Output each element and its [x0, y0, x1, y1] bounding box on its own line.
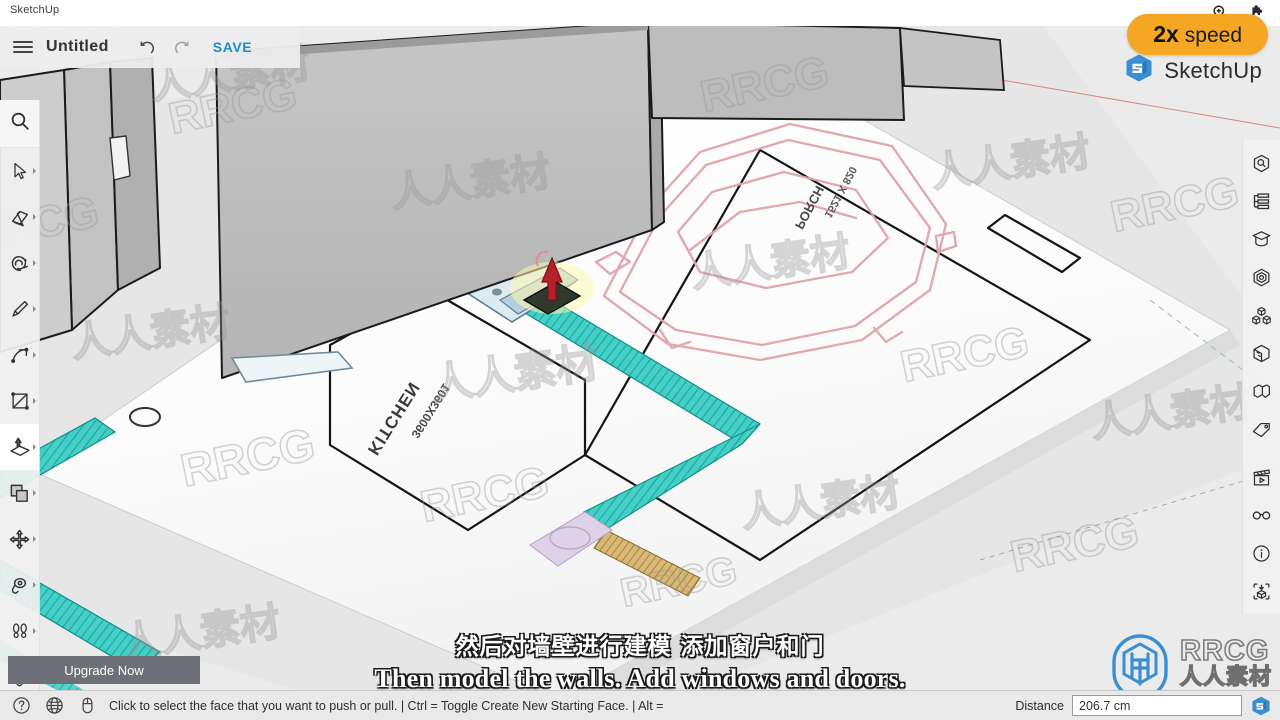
move-arrows-icon — [8, 528, 31, 551]
sketchup-brand-name: SketchUp — [1164, 57, 1262, 83]
materials-panel[interactable] — [1243, 258, 1280, 296]
document-title[interactable]: Untitled — [46, 38, 131, 56]
pencil-icon — [9, 298, 31, 320]
scenes-panel[interactable] — [1243, 458, 1280, 496]
move-tool[interactable] — [0, 516, 39, 562]
left-toolbar — [0, 100, 40, 700]
sketchup-logo-icon — [1123, 52, 1155, 89]
styles-panel[interactable] — [1243, 334, 1280, 372]
status-bar-icons — [0, 696, 109, 715]
app-header: Untitled SAVE — [0, 26, 300, 68]
model-viewport[interactable]: KITCHEN 3600X3601 PORCH 1521 X 820 RRCG … — [0, 0, 1280, 690]
model-info-panel[interactable] — [1243, 144, 1280, 182]
rrcg-mark-icon — [1106, 632, 1174, 700]
mouse-icon[interactable] — [78, 696, 97, 715]
eraser-icon — [9, 206, 31, 228]
rrcg-brand-text: RRCG — [1179, 635, 1270, 667]
globe-icon[interactable] — [45, 696, 64, 715]
display-panel[interactable] — [1243, 496, 1280, 534]
sketchup-logo-icon[interactable] — [1250, 695, 1272, 717]
push-pull-tool[interactable] — [0, 424, 39, 470]
measurement-area: Distance — [1015, 695, 1280, 717]
glasses-icon — [1251, 505, 1272, 526]
redo-icon[interactable] — [165, 30, 199, 64]
arc-tool[interactable] — [0, 332, 39, 378]
offset-tool[interactable] — [0, 470, 39, 516]
save-button[interactable]: SAVE — [213, 39, 253, 55]
search-icon — [9, 110, 31, 137]
entity-info-panel[interactable] — [1243, 534, 1280, 572]
arc-icon — [9, 344, 31, 366]
rrcg-chinese-text: 人人素材 — [1179, 665, 1272, 690]
learn-panel[interactable] — [1243, 220, 1280, 258]
select-tool[interactable] — [0, 148, 39, 194]
export-cube-icon — [1251, 581, 1272, 602]
tape-measure-tool[interactable] — [0, 562, 39, 608]
rectangle-tool[interactable] — [0, 378, 39, 424]
right-toolbar — [1242, 140, 1280, 614]
rectangle-icon — [9, 390, 31, 412]
hamburger-menu-icon[interactable] — [0, 38, 46, 56]
status-bar: Click to select the face that you want t… — [0, 690, 1280, 720]
components-cubes-icon — [1251, 305, 1272, 326]
tags-panel[interactable] — [1243, 410, 1280, 448]
cursor-arrow-icon — [10, 161, 30, 181]
search-tool[interactable] — [0, 100, 39, 148]
browser-chrome-bar: SketchUp — [0, 0, 1280, 26]
line-tool[interactable] — [0, 286, 39, 332]
status-message: Click to select the face that you want t… — [109, 698, 664, 713]
shadows-panel[interactable] — [1243, 372, 1280, 410]
outliner-list-icon — [1251, 191, 1272, 212]
playback-speed-badge: 2x speed — [1127, 14, 1268, 55]
undo-icon[interactable] — [131, 30, 165, 64]
upgrade-now-button[interactable]: Upgrade Now — [8, 656, 200, 684]
cube-search-icon — [1251, 153, 1272, 174]
offset-icon — [8, 482, 31, 505]
eraser-tool[interactable] — [0, 194, 39, 240]
info-circle-icon — [1251, 543, 1272, 564]
components-panel[interactable] — [1243, 296, 1280, 334]
sketchup-brand-overlay: SketchUp — [1123, 52, 1262, 89]
tag-icon — [1251, 419, 1272, 440]
rrcg-watermark-logo: RRCG 人人素材 — [1106, 632, 1272, 700]
model-canvas — [0, 0, 1280, 690]
graduation-cap-icon — [1251, 229, 1272, 250]
rrcg-wordmark: RRCG 人人素材 — [1179, 635, 1272, 690]
paint-swirl-icon — [8, 252, 31, 275]
browser-tab-title[interactable]: SketchUp — [10, 4, 59, 16]
sketchup-web-app: KITCHEN 3600X3601 PORCH 1521 X 820 RRCG … — [0, 0, 1280, 720]
walk-tool[interactable] — [0, 608, 39, 654]
speed-multiplier: 2x — [1153, 21, 1179, 47]
export-panel[interactable] — [1243, 572, 1280, 610]
distance-label: Distance — [1015, 698, 1064, 713]
outliner-panel[interactable] — [1243, 182, 1280, 220]
tape-measure-icon — [8, 574, 31, 597]
speed-word: speed — [1184, 24, 1242, 47]
push-pull-icon — [8, 435, 32, 459]
styles-cube-icon — [1251, 343, 1272, 364]
paint-bucket-tool[interactable] — [0, 240, 39, 286]
distance-input[interactable] — [1072, 695, 1242, 716]
film-clapper-icon — [1251, 467, 1272, 488]
help-question-icon[interactable] — [12, 696, 31, 715]
materials-hex-icon — [1251, 267, 1272, 288]
walk-feet-icon — [9, 620, 31, 642]
shadow-boxes-icon — [1251, 381, 1272, 402]
